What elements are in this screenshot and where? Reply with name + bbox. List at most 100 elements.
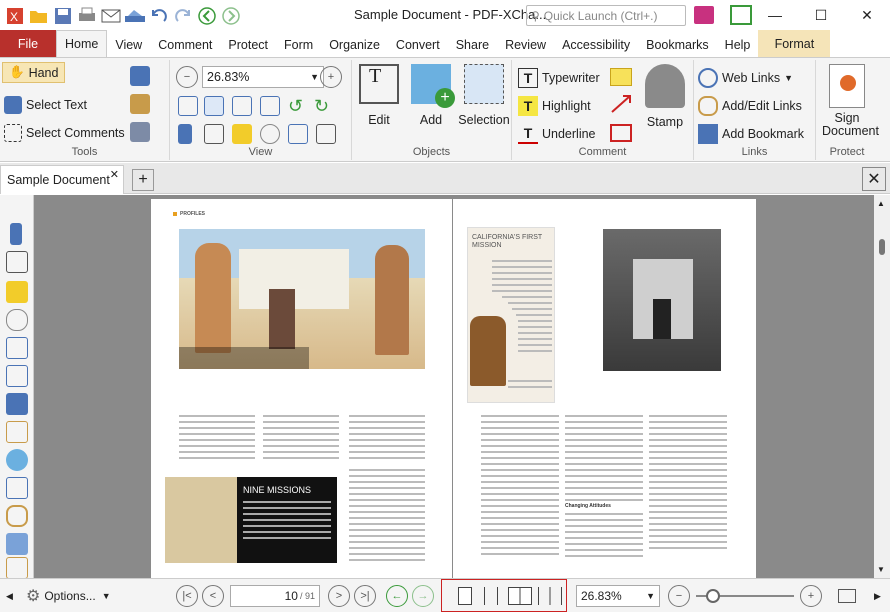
tab-review[interactable]: Review: [497, 32, 554, 57]
new-tab-button[interactable]: +: [132, 169, 154, 191]
arrow-icon[interactable]: [610, 94, 632, 114]
fit-visible-icon[interactable]: [260, 96, 280, 116]
zoom-out-icon[interactable]: −: [176, 66, 198, 88]
open-folder-icon[interactable]: [28, 5, 50, 27]
fullscreen-icon[interactable]: [730, 5, 752, 25]
previous-view-icon[interactable]: ←: [386, 585, 408, 607]
properties-icon[interactable]: [288, 124, 308, 144]
links-pane-icon[interactable]: [6, 505, 28, 527]
next-view-icon[interactable]: →: [412, 585, 434, 607]
tab-view[interactable]: View: [107, 32, 150, 57]
comments-pane-icon[interactable]: [6, 281, 28, 303]
edit-button[interactable]: T Edit: [356, 64, 402, 127]
clipboard-icon[interactable]: [130, 94, 150, 114]
rotate-left-icon[interactable]: ↺: [288, 96, 303, 117]
scan-icon[interactable]: [124, 5, 146, 27]
status-zoom-in-icon[interactable]: +: [800, 585, 822, 607]
close-tab-icon[interactable]: ✕: [110, 168, 119, 181]
tags-pane-icon[interactable]: [6, 421, 28, 443]
options-button[interactable]: ⚙ Options... ▼: [26, 585, 111, 607]
continuous-facing-icon[interactable]: [538, 587, 562, 605]
select-comments-button[interactable]: Select Comments: [4, 124, 125, 142]
hand-tool-button[interactable]: ✋ Hand: [2, 62, 66, 83]
structure-pane-icon[interactable]: [6, 477, 28, 499]
quick-launch-search[interactable]: ⚲ Quick Launch (Ctrl+.): [526, 5, 686, 26]
highlight-button[interactable]: T Highlight: [518, 96, 591, 116]
underline-button[interactable]: T Underline: [518, 124, 596, 144]
snapshot-icon[interactable]: [130, 66, 150, 86]
tab-share[interactable]: Share: [448, 32, 497, 57]
layers-pane-icon[interactable]: [6, 393, 28, 415]
fit-width-icon[interactable]: [232, 96, 252, 116]
zoom-field[interactable]: 26.83% ▼: [576, 585, 660, 607]
close-button[interactable]: ✕: [844, 0, 890, 30]
redo-icon[interactable]: [172, 5, 194, 27]
zoom-in-icon[interactable]: +: [320, 66, 342, 88]
document-canvas[interactable]: PROFILES NINE MISSIONS CALIFORNIA'S FIRS…: [34, 195, 874, 578]
bookmarks-pane-icon[interactable]: [10, 223, 22, 245]
status-zoom-out-icon[interactable]: −: [668, 585, 690, 607]
undo-icon[interactable]: [148, 5, 170, 27]
document-tab[interactable]: Sample Document ✕: [0, 165, 124, 194]
actual-size-icon[interactable]: [178, 96, 198, 116]
tab-file[interactable]: File: [0, 30, 56, 57]
scroll-left-icon[interactable]: ◀: [6, 591, 13, 602]
tab-accessibility[interactable]: Accessibility: [554, 32, 638, 57]
settings-icon[interactable]: [316, 124, 336, 144]
scroll-up-icon[interactable]: ▲: [877, 199, 885, 208]
sticky-note-icon[interactable]: [610, 68, 632, 86]
continuous-icon[interactable]: [484, 587, 498, 605]
tab-protect[interactable]: Protect: [220, 32, 276, 57]
web-links-button[interactable]: Web Links ▼: [698, 68, 793, 88]
sign-document-button[interactable]: Sign Document: [820, 64, 879, 138]
pages-icon[interactable]: [204, 124, 224, 144]
previous-page-icon[interactable]: <: [202, 585, 224, 607]
selection-button[interactable]: Selection: [456, 64, 512, 127]
close-document-button[interactable]: ✕: [862, 167, 886, 191]
maximize-button[interactable]: ☐: [798, 0, 844, 30]
scroll-right-icon[interactable]: ▶: [874, 591, 881, 602]
stamp-button[interactable]: Stamp: [638, 64, 692, 129]
comments-icon[interactable]: [232, 124, 252, 144]
page-number-field[interactable]: 10 / 91: [230, 585, 320, 607]
attachments-pane-icon[interactable]: [6, 309, 28, 331]
rectangle-icon[interactable]: [610, 124, 632, 142]
add-bookmark-button[interactable]: Add Bookmark: [698, 124, 804, 144]
tab-help[interactable]: Help: [717, 32, 759, 57]
zoom-slider-thumb[interactable]: [706, 589, 720, 603]
tab-organize[interactable]: Organize: [321, 32, 388, 57]
vertical-scrollbar[interactable]: ▲ ▼: [874, 195, 890, 578]
zoom-combo[interactable]: 26.83% ▼: [202, 66, 324, 88]
tab-bookmarks[interactable]: Bookmarks: [638, 32, 717, 57]
next-page-icon[interactable]: >: [328, 585, 350, 607]
add-edit-links-button[interactable]: Add/Edit Links: [698, 96, 802, 116]
add-button[interactable]: + Add: [406, 64, 456, 127]
first-page-icon[interactable]: |<: [176, 585, 198, 607]
content-pane-icon[interactable]: [6, 365, 28, 387]
rotate-right-icon[interactable]: ↻: [314, 96, 329, 117]
search-pane-icon[interactable]: [6, 449, 28, 471]
select-text-button[interactable]: Select Text: [4, 96, 87, 114]
fields-pane-icon[interactable]: [6, 557, 28, 579]
thumbnails-pane-icon[interactable]: [6, 251, 28, 273]
bookmarks-icon[interactable]: [178, 124, 192, 144]
properties-pane-icon[interactable]: [6, 337, 28, 359]
tab-form[interactable]: Form: [276, 32, 321, 57]
destinations-pane-icon[interactable]: [6, 533, 28, 555]
panel-toggle-icon[interactable]: [838, 589, 856, 603]
tab-comment[interactable]: Comment: [150, 32, 220, 57]
email-icon[interactable]: [100, 5, 122, 27]
zoom-slider[interactable]: [696, 589, 794, 603]
single-page-icon[interactable]: [458, 587, 472, 605]
app-logo-icon[interactable]: X: [4, 5, 26, 27]
fit-page-icon[interactable]: [204, 96, 224, 116]
scroll-down-icon[interactable]: ▼: [877, 565, 885, 574]
tab-convert[interactable]: Convert: [388, 32, 448, 57]
minimize-button[interactable]: —: [752, 0, 798, 30]
back-icon[interactable]: [196, 5, 218, 27]
tab-home[interactable]: Home: [56, 30, 108, 57]
print-icon[interactable]: [76, 5, 98, 27]
highlight-color-icon[interactable]: [694, 6, 714, 24]
typewriter-button[interactable]: T Typewriter: [518, 68, 600, 88]
save-icon[interactable]: [52, 5, 74, 27]
